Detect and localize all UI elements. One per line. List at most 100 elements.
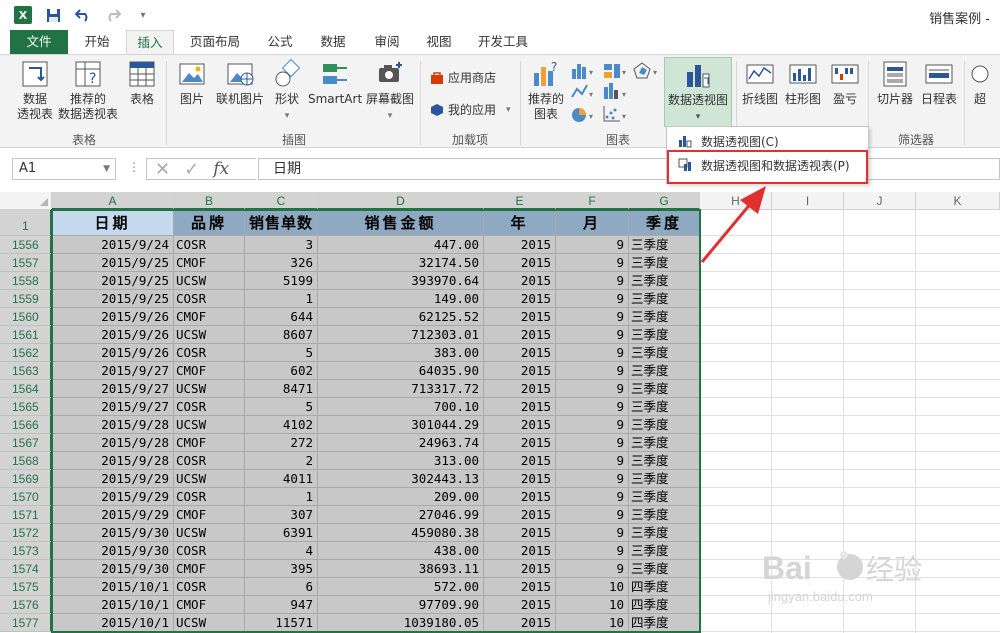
column-header-a[interactable]: A (52, 192, 174, 210)
table-button[interactable]: 表格 (124, 59, 160, 107)
row-header[interactable]: 1574 (0, 560, 52, 578)
cell-sales-count[interactable]: 4 (245, 542, 318, 560)
cell-brand[interactable]: UCSW (174, 272, 245, 290)
header-cell-year[interactable]: 年 (484, 210, 556, 236)
cell-quarter[interactable]: 四季度 (629, 578, 700, 596)
cell-month[interactable]: 9 (556, 452, 629, 470)
cell-quarter[interactable]: 三季度 (629, 398, 700, 416)
cell-sales-count[interactable]: 602 (245, 362, 318, 380)
row-header[interactable]: 1556 (0, 236, 52, 254)
insert-function-icon[interactable]: fx (213, 159, 229, 179)
hierarchy-chart-icon[interactable]: ▾ (604, 64, 626, 78)
cell-quarter[interactable]: 三季度 (629, 362, 700, 380)
column-header-i[interactable]: I (772, 192, 844, 210)
tab-formulas[interactable]: 公式 (258, 30, 302, 54)
cell-sales-amount[interactable]: 383.00 (318, 344, 484, 362)
cell-sales-count[interactable]: 8607 (245, 326, 318, 344)
cell-sales-count[interactable]: 11571 (245, 614, 318, 632)
cell-quarter[interactable]: 四季度 (629, 614, 700, 632)
cell-month[interactable]: 9 (556, 326, 629, 344)
online-picture-button[interactable]: 联机图片 (212, 59, 268, 107)
cell-year[interactable]: 2015 (484, 578, 556, 596)
cell-date[interactable]: 2015/10/1 (52, 578, 174, 596)
cell-month[interactable]: 9 (556, 290, 629, 308)
cell-year[interactable]: 2015 (484, 308, 556, 326)
row-header[interactable]: 1563 (0, 362, 52, 380)
cell-sales-count[interactable]: 6 (245, 578, 318, 596)
row-header[interactable]: 1561 (0, 326, 52, 344)
cell-quarter[interactable]: 三季度 (629, 434, 700, 452)
enter-icon[interactable]: ✓ (184, 159, 199, 180)
cell-quarter[interactable]: 三季度 (629, 272, 700, 290)
row-header[interactable]: 1570 (0, 488, 52, 506)
cell-quarter[interactable]: 三季度 (629, 470, 700, 488)
cell-date[interactable]: 2015/9/25 (52, 272, 174, 290)
tab-home[interactable]: 开始 (74, 30, 120, 54)
cell-sales-amount[interactable]: 62125.52 (318, 308, 484, 326)
row-header[interactable]: 1557 (0, 254, 52, 272)
cell-sales-amount[interactable]: 700.10 (318, 398, 484, 416)
cell-date[interactable]: 2015/9/27 (52, 362, 174, 380)
cell-quarter[interactable]: 三季度 (629, 380, 700, 398)
pivot-chart-button[interactable]: 数据透视图 ▾ (664, 57, 732, 127)
row-header[interactable]: 1576 (0, 596, 52, 614)
cell-month[interactable]: 9 (556, 362, 629, 380)
cell-quarter[interactable]: 四季度 (629, 596, 700, 614)
cell-sales-count[interactable]: 4011 (245, 470, 318, 488)
pivot-table-button[interactable]: 数据 透视表 (12, 59, 58, 122)
cell-date[interactable]: 2015/9/29 (52, 506, 174, 524)
cell-sales-count[interactable]: 326 (245, 254, 318, 272)
cell-sales-amount[interactable]: 447.00 (318, 236, 484, 254)
cell-brand[interactable]: COSR (174, 236, 245, 254)
cell-sales-count[interactable]: 1 (245, 290, 318, 308)
cell-brand[interactable]: UCSW (174, 326, 245, 344)
cell-month[interactable]: 9 (556, 272, 629, 290)
select-all-button[interactable] (0, 192, 52, 210)
cell-sales-amount[interactable]: 393970.64 (318, 272, 484, 290)
name-box-dropdown-icon[interactable]: ▼ (103, 159, 110, 179)
cell-brand[interactable]: UCSW (174, 380, 245, 398)
cell-quarter[interactable]: 三季度 (629, 344, 700, 362)
cell-sales-amount[interactable]: 97709.90 (318, 596, 484, 614)
cell-sales-amount[interactable]: 32174.50 (318, 254, 484, 272)
cell-brand[interactable]: CMOF (174, 308, 245, 326)
cell-date[interactable]: 2015/9/24 (52, 236, 174, 254)
row-header[interactable]: 1564 (0, 380, 52, 398)
cell-date[interactable]: 2015/9/28 (52, 434, 174, 452)
column-header-k[interactable]: K (916, 192, 1000, 210)
cell-year[interactable]: 2015 (484, 614, 556, 632)
cell-year[interactable]: 2015 (484, 344, 556, 362)
cell-quarter[interactable]: 三季度 (629, 506, 700, 524)
cell-date[interactable]: 2015/9/29 (52, 488, 174, 506)
cell-sales-count[interactable]: 6391 (245, 524, 318, 542)
formula-input[interactable]: 日期 (258, 158, 1000, 180)
cell-quarter[interactable]: 三季度 (629, 452, 700, 470)
tab-file[interactable]: 文件 (10, 30, 68, 54)
cell-month[interactable]: 9 (556, 380, 629, 398)
cell-brand[interactable]: COSR (174, 542, 245, 560)
cell-sales-count[interactable]: 5199 (245, 272, 318, 290)
cell-date[interactable]: 2015/9/26 (52, 308, 174, 326)
cell-month[interactable]: 10 (556, 578, 629, 596)
cell-year[interactable]: 2015 (484, 272, 556, 290)
row-header[interactable]: 1568 (0, 452, 52, 470)
tab-view[interactable]: 视图 (416, 30, 462, 54)
cell-year[interactable]: 2015 (484, 470, 556, 488)
cell-month[interactable]: 9 (556, 488, 629, 506)
column-header-e[interactable]: E (484, 192, 556, 210)
cell-sales-amount[interactable]: 38693.11 (318, 560, 484, 578)
cell-date[interactable]: 2015/9/30 (52, 560, 174, 578)
cell-year[interactable]: 2015 (484, 398, 556, 416)
cell-year[interactable]: 2015 (484, 524, 556, 542)
cell-sales-amount[interactable]: 713317.72 (318, 380, 484, 398)
screenshot-button[interactable]: 屏幕截图 ▾ (364, 59, 416, 124)
pie-chart-icon[interactable]: ▾ (572, 108, 593, 122)
my-apps-button[interactable]: 我的应用 ▾ (430, 101, 511, 118)
cell-brand[interactable]: COSR (174, 398, 245, 416)
cell-date[interactable]: 2015/9/25 (52, 290, 174, 308)
row-header[interactable]: 1565 (0, 398, 52, 416)
cell-quarter[interactable]: 三季度 (629, 488, 700, 506)
cell-sales-amount[interactable]: 712303.01 (318, 326, 484, 344)
cell-month[interactable]: 9 (556, 308, 629, 326)
cell-month[interactable]: 9 (556, 542, 629, 560)
